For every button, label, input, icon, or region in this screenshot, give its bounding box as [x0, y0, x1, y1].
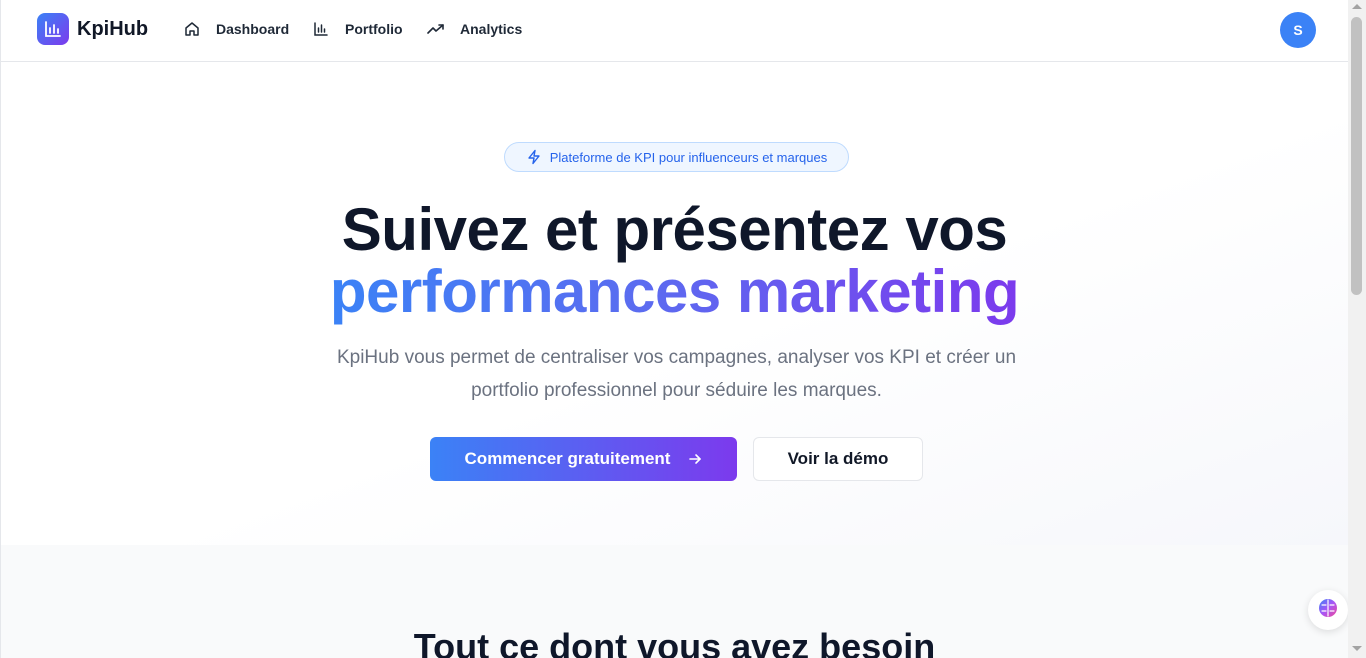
scroll-up-arrow-icon[interactable]	[1352, 4, 1362, 9]
assistant-button[interactable]	[1308, 590, 1348, 630]
hero-title-highlight: performances marketing	[329, 258, 1020, 325]
navbar: KpiHub Dashboard Portfolio Analytics S	[1, 0, 1349, 62]
trending-up-icon	[427, 20, 445, 38]
get-started-button-label: Commencer gratuitement	[464, 449, 671, 468]
brand-name[interactable]: KpiHub	[77, 17, 148, 41]
nav-item-analytics[interactable]: Analytics	[427, 17, 522, 41]
features-section: Tout ce dont vous avez besoin	[1, 545, 1348, 658]
nav-item-dashboard[interactable]: Dashboard	[183, 17, 289, 41]
nav-item-label: Portfolio	[345, 21, 403, 37]
hero-section: Plateforme de KPI pour influenceurs et m…	[1, 62, 1348, 545]
vertical-scrollbar[interactable]	[1348, 0, 1366, 658]
lightning-icon	[526, 149, 542, 165]
brain-icon	[1317, 597, 1339, 624]
hero-title-line2: performances marketing	[1, 259, 1348, 325]
nav-item-label: Analytics	[460, 21, 523, 37]
nav-item-label: Dashboard	[216, 21, 290, 37]
hero-badge-text: Plateforme de KPI pour influenceurs et m…	[549, 149, 828, 165]
bar-chart-icon	[312, 20, 330, 38]
get-started-button[interactable]: Commencer gratuitement	[430, 437, 737, 481]
view-demo-button-label: Voir la démo	[787, 449, 889, 468]
features-title: Tout ce dont vous avez besoin	[413, 626, 936, 658]
hero-subtitle: KpiHub vous permet de centraliser vos ca…	[336, 347, 1017, 401]
scrollbar-thumb[interactable]	[1351, 17, 1362, 295]
view-demo-button[interactable]: Voir la démo	[753, 437, 923, 481]
hero-title-line1: Suivez et présentez vos	[341, 196, 1008, 263]
page: KpiHub Dashboard Portfolio Analytics S P…	[0, 0, 1349, 658]
logo-icon[interactable]	[37, 13, 69, 45]
nav-item-portfolio[interactable]: Portfolio	[312, 17, 403, 41]
home-icon	[183, 20, 201, 38]
avatar[interactable]: S	[1280, 12, 1316, 48]
scroll-down-arrow-icon[interactable]	[1352, 646, 1362, 651]
arrow-right-icon	[688, 452, 702, 466]
hero-badge: Plateforme de KPI pour influenceurs et m…	[504, 142, 849, 172]
